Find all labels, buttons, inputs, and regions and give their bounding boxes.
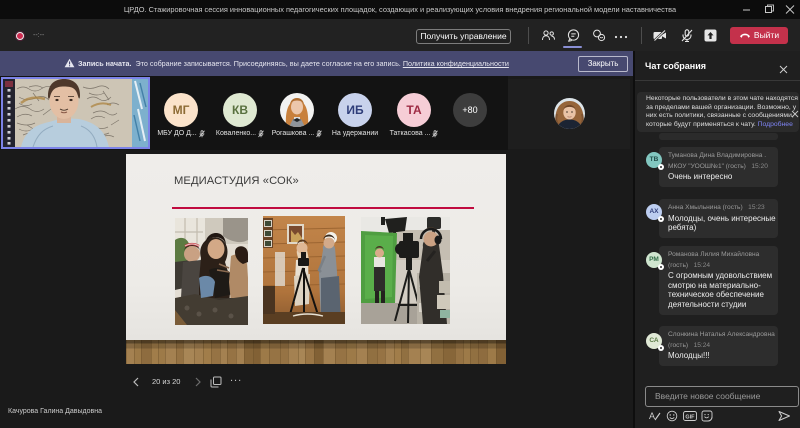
svg-text:GIF: GIF: [685, 415, 695, 421]
svg-text:A: A: [649, 411, 655, 421]
